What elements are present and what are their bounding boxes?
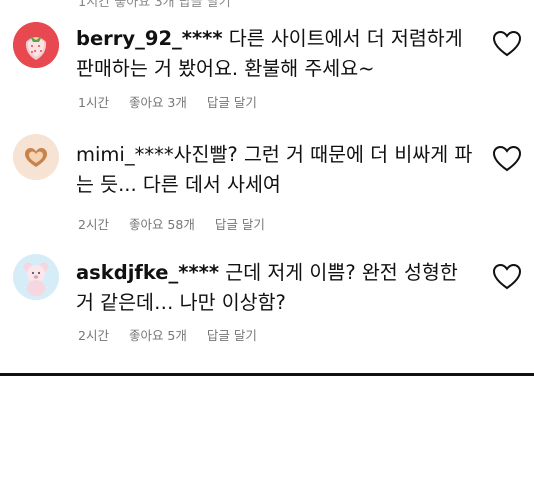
heart-outline-icon[interactable] (492, 263, 522, 291)
comment-meta: 2시간 좋아요 58개 답글 달기 (78, 214, 285, 233)
comment-meta: 1시간 좋아요 3개 답글 달기 (78, 92, 277, 111)
avatar[interactable] (13, 22, 59, 68)
reply-button[interactable]: 답글 달기 (207, 95, 257, 110)
comment-body: berry_92_**** 다른 사이트에서 더 저렴하게 판매하는 거 봤어요… (76, 24, 476, 84)
comment-body: mimi_****사진빨? 그런 거 때문에 더 비싸게 파는 듯... 다른 … (76, 140, 476, 200)
strawberry-avatar-icon (13, 22, 59, 68)
comment-time: 1시간 (78, 95, 109, 110)
comment-username[interactable]: berry_92_**** (76, 27, 223, 50)
comment-meta: 2시간 좋아요 5개 답글 달기 (78, 325, 277, 344)
comment-likes[interactable]: 좋아요 3개 (129, 95, 187, 110)
section-divider (0, 373, 534, 376)
reply-button[interactable]: 답글 달기 (207, 328, 257, 343)
comment-time: 2시간 (78, 217, 109, 232)
comment-time: 2시간 (78, 328, 109, 343)
comment-username[interactable]: askdjfke_**** (76, 261, 219, 284)
teddy-bear-avatar-icon (13, 254, 59, 300)
avatar[interactable] (13, 254, 59, 300)
comment-username[interactable]: mimi_**** (76, 143, 174, 166)
reply-button[interactable]: 답글 달기 (215, 217, 265, 232)
heart-outline-icon[interactable] (492, 30, 522, 58)
comment-likes[interactable]: 좋아요 58개 (129, 217, 195, 232)
cookie-heart-avatar-icon (13, 134, 59, 180)
heart-outline-icon[interactable] (492, 145, 522, 173)
comment-body: askdjfke_**** 근데 저게 이쁨? 완전 성형한 거 같은데… 나만… (76, 258, 476, 318)
comment-likes[interactable]: 좋아요 5개 (129, 328, 187, 343)
avatar[interactable] (13, 134, 59, 180)
clipped-previous-meta: 1시간 좋아요 3개 답글 달기 (78, 0, 231, 10)
